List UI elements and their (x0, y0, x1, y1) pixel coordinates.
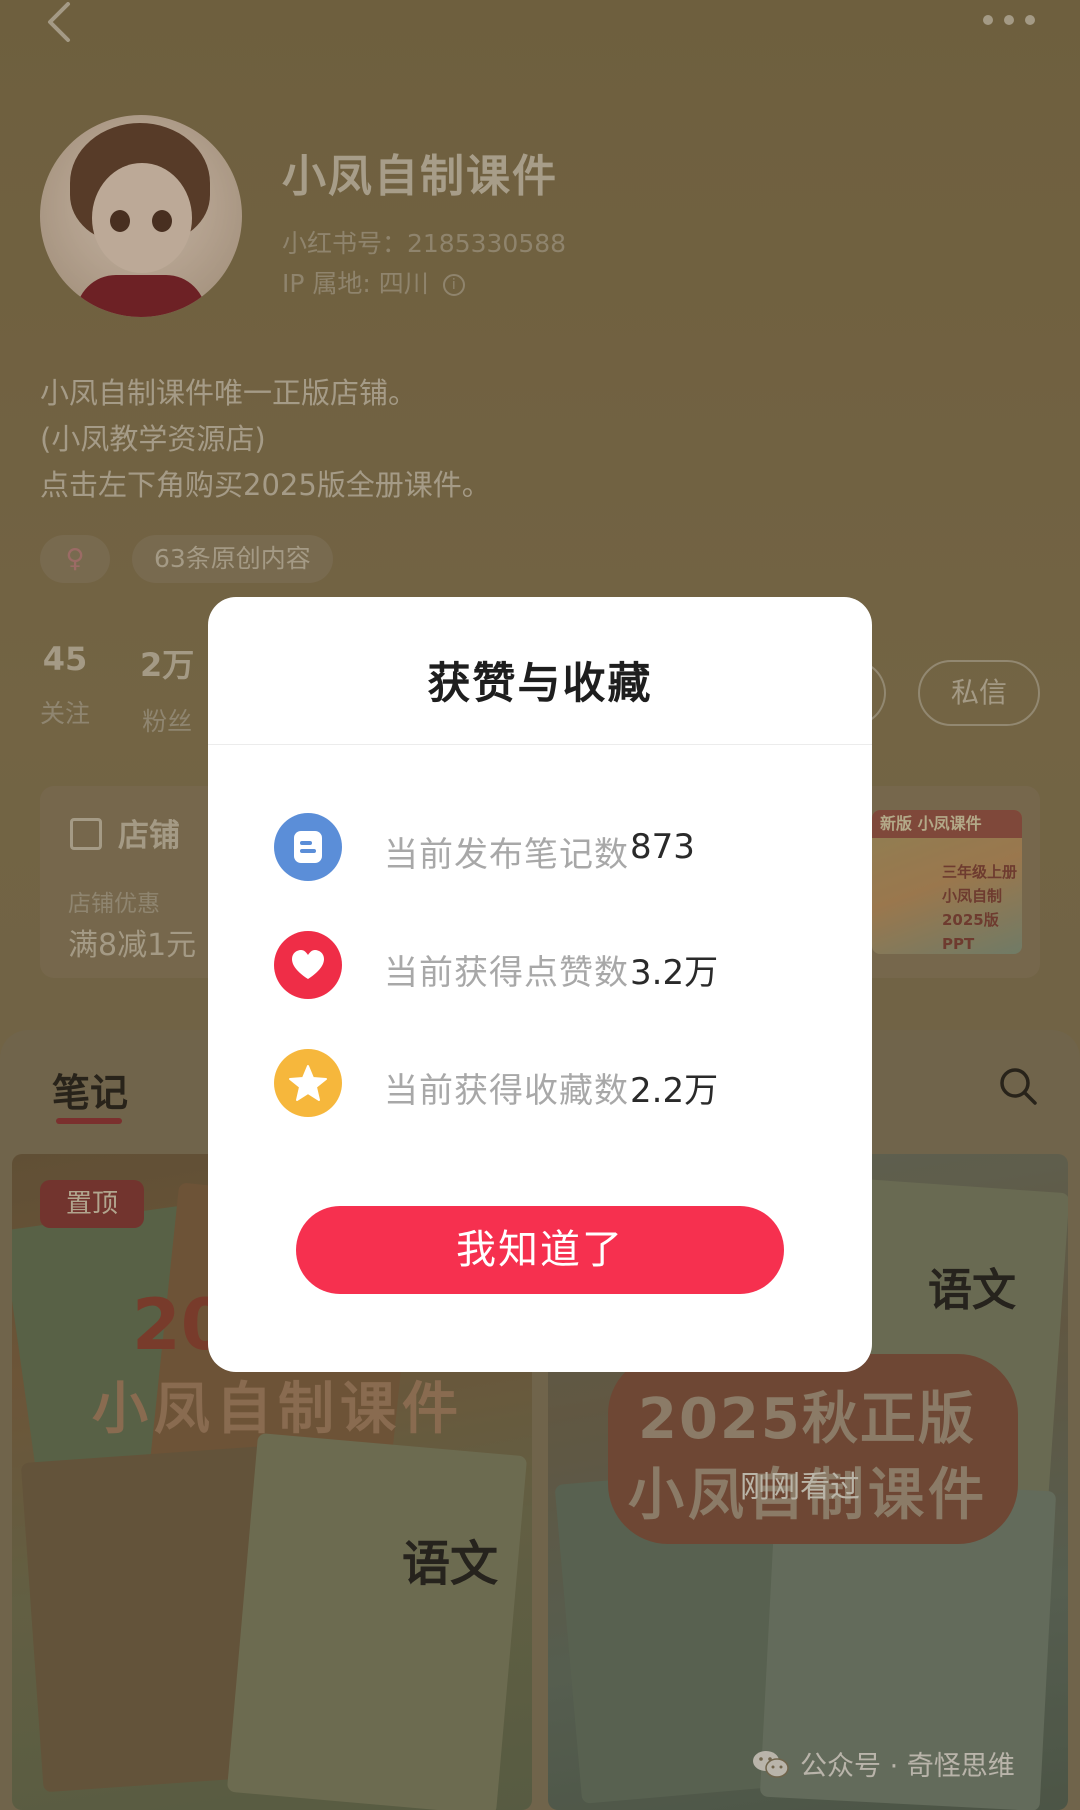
notes-count-row: 当前发布笔记数 873 (274, 813, 834, 883)
star-icon (274, 1049, 342, 1117)
dialog-divider (208, 744, 872, 745)
likes-collects-dialog: 获赞与收藏 当前发布笔记数 873 当前获得点赞数 3.2万 当前获得收藏数 2… (208, 597, 872, 1372)
likes-count-row: 当前获得点赞数 3.2万 (274, 931, 834, 1001)
collects-count-value: 2.2万 (630, 1071, 719, 1111)
notes-count-value: 873 (630, 827, 695, 867)
collects-count-row: 当前获得收藏数 2.2万 (274, 1049, 834, 1119)
heart-icon (274, 931, 342, 999)
confirm-button[interactable]: 我知道了 (296, 1206, 784, 1294)
likes-count-value: 3.2万 (630, 953, 719, 993)
likes-count-label: 当前获得点赞数 (384, 953, 629, 993)
collects-count-label: 当前获得收藏数 (384, 1071, 629, 1111)
notes-icon (274, 813, 342, 881)
notes-count-label: 当前发布笔记数 (384, 835, 629, 875)
dialog-title: 获赞与收藏 (427, 659, 653, 709)
